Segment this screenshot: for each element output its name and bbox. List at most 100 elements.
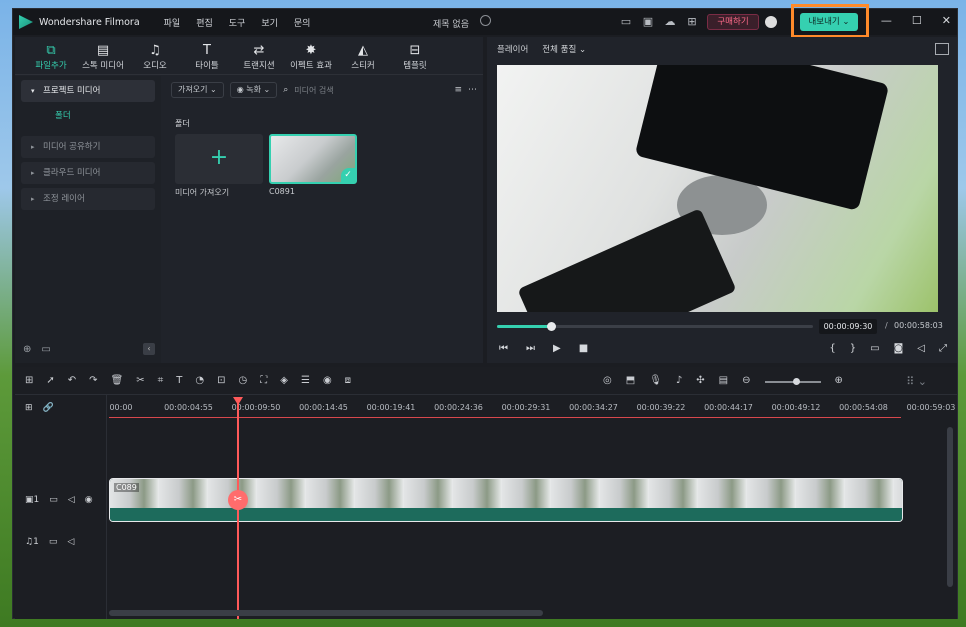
layout-icon[interactable]: ▭ (619, 15, 633, 29)
mark-out-icon[interactable]: } (850, 343, 856, 354)
cut-icon[interactable]: ✂ (136, 375, 144, 386)
layout-grid-icon[interactable]: ⊞ (25, 375, 33, 386)
sidebar-item-adjustment-layer[interactable]: ▸ 조정 레이어 (21, 188, 155, 210)
sidebar-item-project-media[interactable]: ▾ 프로젝트 미디어 (21, 80, 155, 102)
quality-dropdown[interactable]: 전체 품질 ⌄ (542, 43, 586, 55)
preview-scrubber[interactable] (497, 322, 813, 331)
freeze-icon[interactable]: ⊡ (217, 375, 225, 386)
import-media-tile[interactable]: + (175, 134, 263, 184)
subtitle-icon[interactable]: ▤ (719, 375, 728, 386)
undo-icon[interactable]: ↶ (68, 375, 76, 386)
voiceover-icon[interactable]: ♪ (676, 375, 682, 386)
record-dropdown[interactable]: ◉ 녹화 ⌄ (229, 82, 278, 98)
sidebar-item-folder[interactable]: 폴더 (21, 108, 155, 124)
preview-panel: 플레이어 전체 품질 ⌄ 00:00:09:30 / 00:00:58:03 ⏮… (487, 37, 957, 363)
avatar[interactable] (765, 16, 777, 28)
video-track-icon: ▣1 (25, 495, 40, 505)
track-visibility-icon[interactable]: ◉ (85, 495, 93, 505)
media-clip-thumbnail[interactable]: ✓ (269, 134, 357, 184)
buy-button[interactable]: 구매하기 (707, 14, 759, 30)
stop-icon[interactable]: ■ (579, 343, 588, 354)
folder-icon[interactable]: ▭ (41, 344, 50, 355)
timeline-menu-icon[interactable]: ⠿ ⌄ (906, 375, 927, 388)
zoom-slider[interactable] (764, 378, 821, 385)
timeline-ruler[interactable]: 00:00 00:00:04:55 00:00:09:50 00:00:14:45 00… (109, 403, 955, 421)
zoom-in-icon[interactable]: ⊕ (835, 375, 843, 386)
menu-help[interactable]: 문의 (294, 16, 311, 29)
tab-templates[interactable]: ⊟ 템플릿 (389, 37, 441, 74)
more-icon[interactable]: ⋯ (468, 85, 477, 95)
ai-icon[interactable]: ✣ (696, 375, 704, 386)
sidebar-item-shared-media[interactable]: ▸ 미디어 공유하기 (21, 136, 155, 158)
snapshot-icon[interactable] (935, 43, 949, 55)
save-icon[interactable]: ▣ (641, 15, 655, 29)
ruler-tick-label: 00:00:44:17 (704, 403, 753, 412)
video-track-number: 1 (33, 495, 40, 505)
add-track-icon[interactable]: ⊞ (25, 403, 33, 413)
step-forward-icon[interactable]: ⏭ (526, 343, 535, 354)
minimize-icon[interactable]: — (881, 14, 892, 27)
import-dropdown[interactable]: 가져오기 ⌄ (171, 82, 224, 98)
tab-transitions[interactable]: ⇄ 트랜지션 (233, 37, 285, 74)
track-folder-icon[interactable]: ▭ (49, 495, 58, 505)
split-scissors-icon[interactable]: ✂ (228, 490, 248, 510)
search-input[interactable]: 미디어 검색 (294, 85, 448, 96)
link-icon[interactable]: 🔗 (43, 403, 54, 413)
speed-icon[interactable]: ◔ (195, 375, 204, 386)
mic-icon[interactable]: 🎙 (649, 375, 662, 386)
select-tool-icon[interactable]: ➚ (46, 375, 54, 386)
ruler-tick-label: 00:00:14:45 (299, 403, 348, 412)
redo-icon[interactable]: ↷ (89, 375, 97, 386)
track-mute-icon[interactable]: ◁ (67, 537, 74, 547)
horizontal-scrollbar[interactable] (109, 610, 543, 616)
tab-effects[interactable]: ✸ 이펙트 효과 (285, 37, 337, 74)
step-back-icon[interactable]: ⏮ (499, 343, 508, 354)
mark-in-icon[interactable]: { (829, 343, 835, 354)
menu-tools[interactable]: 도구 (229, 16, 246, 29)
filter-icon[interactable]: ≡ (454, 85, 462, 95)
zoom-knob[interactable] (792, 378, 800, 385)
delete-icon[interactable]: 🗑 (111, 375, 124, 386)
display-icon[interactable]: ▭ (870, 343, 879, 354)
tab-titles[interactable]: T 타이틀 (181, 37, 233, 74)
vertical-scrollbar[interactable] (947, 427, 953, 587)
color-icon[interactable]: ◈ (280, 375, 288, 386)
tab-audio[interactable]: ♫ 오디오 (129, 37, 181, 74)
sidebar-item-label: 클라우드 미디어 (43, 168, 101, 178)
ruler-tick-label: 00:00:49:12 (771, 403, 821, 412)
menu-edit[interactable]: 편집 (196, 16, 213, 29)
apps-grid-icon[interactable]: ⊞ (685, 15, 699, 29)
track-folder-icon[interactable]: ▭ (49, 537, 58, 547)
media-icon: ⧉ (46, 43, 56, 58)
scrubber-knob[interactable] (546, 322, 556, 331)
music-note-icon: ♫ (149, 43, 161, 58)
fit-icon[interactable]: ⛶ (260, 375, 267, 386)
track-mute-icon[interactable]: ◁ (68, 495, 75, 505)
render-icon[interactable]: ◎ (603, 375, 612, 386)
volume-icon[interactable]: ◁ (917, 343, 925, 354)
close-icon[interactable]: ✕ (942, 14, 951, 27)
new-folder-icon[interactable]: ⊕ (23, 344, 31, 355)
play-icon[interactable]: ▶ (553, 343, 561, 354)
transform-icon[interactable]: ⧈ (345, 375, 351, 386)
project-title: 제목 없음 (433, 20, 469, 30)
search-icon: ⌕ (283, 85, 289, 95)
crop-icon[interactable]: ⌗ (158, 375, 164, 386)
audio-detach-icon[interactable]: ◉ (323, 375, 332, 386)
menu-file[interactable]: 파일 (164, 16, 181, 29)
marker-icon[interactable]: ⬒ (626, 375, 635, 386)
menu-view[interactable]: 보기 (261, 16, 278, 29)
tab-media[interactable]: ⧉ 파일추가 (25, 37, 77, 74)
maximize-icon[interactable]: ☐ (912, 14, 922, 27)
camera-icon[interactable]: ◙ (894, 343, 904, 354)
text-tool-icon[interactable]: T (176, 375, 182, 386)
timer-icon[interactable]: ◷ (239, 375, 248, 386)
zoom-out-icon[interactable]: ⊖ (742, 375, 750, 386)
cloud-icon[interactable]: ☁ (663, 15, 677, 29)
sidebar-item-cloud-media[interactable]: ▸ 클라우드 미디어 (21, 162, 155, 184)
tab-stock-media[interactable]: ▤ 스톡 미디어 (77, 37, 129, 74)
fullscreen-icon[interactable]: ⤢ (939, 343, 947, 354)
tab-stickers[interactable]: ◭ 스티커 (337, 37, 389, 74)
adjust-icon[interactable]: ☰ (301, 375, 310, 386)
collapse-sidebar-button[interactable]: ‹ (143, 343, 155, 355)
